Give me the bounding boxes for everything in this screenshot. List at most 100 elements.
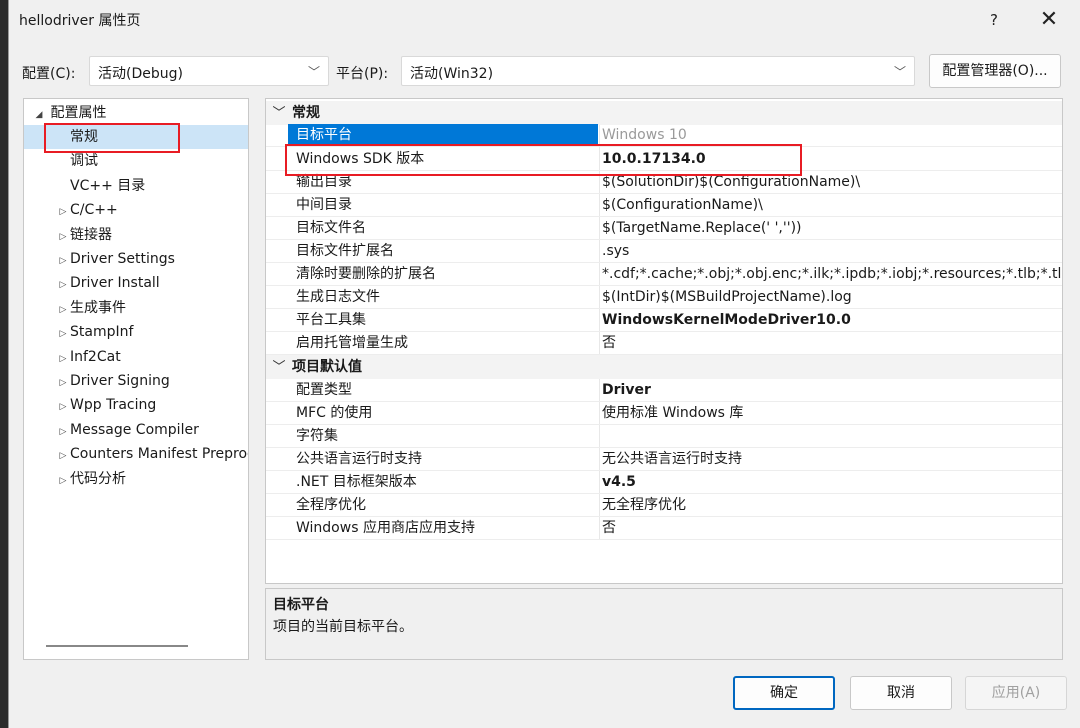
tree-root[interactable]: ◢ 配置属性	[24, 101, 248, 125]
cancel-button[interactable]: 取消	[850, 676, 952, 710]
close-button[interactable]: ✕	[1029, 6, 1069, 34]
expand-triangle-icon[interactable]: ▷	[56, 298, 70, 322]
chevron-down-icon: ﹀	[893, 65, 906, 79]
property-value[interactable]: .sys	[602, 240, 1062, 262]
property-value[interactable]: 否	[602, 332, 1062, 354]
tree-item[interactable]: VC++ 目录	[24, 174, 248, 198]
property-name: 目标文件扩展名	[296, 242, 394, 259]
property-value[interactable]: v4.5	[602, 471, 1062, 493]
property-value[interactable]: Driver	[602, 379, 1062, 401]
tree-item[interactable]: ▷ 生成事件	[24, 296, 248, 320]
property-row[interactable]: 目标文件扩展名 .sys	[266, 240, 1062, 263]
apply-button[interactable]: 应用(A)	[965, 676, 1067, 710]
property-value[interactable]: 10.0.17134.0	[602, 148, 1062, 170]
tree-item[interactable]: ▷ Driver Settings	[24, 247, 248, 271]
expand-triangle-icon[interactable]: ▷	[56, 200, 70, 224]
tree-item[interactable]: ▷ Wpp Tracing	[24, 393, 248, 417]
property-value[interactable]: $(ConfigurationName)\	[602, 194, 1062, 216]
property-value[interactable]: *.cdf;*.cache;*.obj;*.obj.enc;*.ilk;*.ip…	[602, 263, 1062, 285]
property-name: Windows 应用商店应用支持	[296, 520, 475, 537]
property-value[interactable]	[602, 425, 1062, 447]
tree-item[interactable]: ▷ Driver Install	[24, 271, 248, 295]
property-name: Windows SDK 版本	[296, 150, 425, 167]
chevron-down-icon[interactable]: ﹀	[266, 102, 292, 126]
property-row[interactable]: 目标文件名 $(TargetName.Replace(' ',''))	[266, 217, 1062, 240]
tree-item[interactable]: ▷ C/C++	[24, 198, 248, 222]
property-name: 平台工具集	[296, 312, 366, 329]
expand-triangle-icon[interactable]: ▷	[56, 273, 70, 297]
tree-item[interactable]: ▷ 代码分析	[24, 467, 248, 491]
horizontal-scrollbar[interactable]	[46, 645, 188, 647]
property-row[interactable]: Windows 应用商店应用支持 否	[266, 517, 1062, 541]
property-row[interactable]: 启用托管增量生成 否	[266, 332, 1062, 356]
property-name: 全程序优化	[296, 497, 366, 514]
tree-item[interactable]: ▷ StampInf	[24, 320, 248, 344]
property-row[interactable]: 配置类型 Driver	[266, 379, 1062, 402]
property-name: 字符集	[296, 428, 338, 444]
expand-triangle-icon[interactable]: ▷	[56, 322, 70, 346]
expand-triangle-icon[interactable]: ▷	[56, 225, 70, 249]
property-value[interactable]: WindowsKernelModeDriver10.0	[602, 309, 1062, 331]
property-row[interactable]: 输出目录 $(SolutionDir)$(ConfigurationName)\	[266, 171, 1062, 194]
property-row[interactable]: 全程序优化 无全程序优化	[266, 494, 1062, 518]
ok-button[interactable]: 确定	[733, 676, 835, 710]
tree-item[interactable]: ▷ 链接器	[24, 223, 248, 247]
expand-triangle-icon[interactable]: ▷	[56, 249, 70, 273]
category-row[interactable]: ﹀ 常规	[266, 101, 1062, 125]
property-value[interactable]: $(SolutionDir)$(ConfigurationName)\	[602, 171, 1062, 193]
property-value[interactable]: 无公共语言运行时支持	[602, 448, 1062, 470]
tree-item[interactable]: 调试	[24, 149, 248, 173]
tree-item-label: Message Compiler	[70, 421, 199, 438]
tree-item-label: Driver Settings	[70, 251, 175, 267]
tree-item[interactable]: 常规	[24, 125, 248, 149]
category-row[interactable]: ﹀ 项目默认值	[266, 355, 1062, 380]
collapse-triangle-icon[interactable]: ◢	[32, 103, 46, 127]
property-row[interactable]: 清除时要删除的扩展名 *.cdf;*.cache;*.obj;*.obj.enc;…	[266, 263, 1062, 286]
property-name: 输出目录	[296, 173, 352, 190]
expand-triangle-icon[interactable]: ▷	[56, 347, 70, 371]
tree-item[interactable]: ▷Counters Manifest Preprocessor	[24, 442, 248, 466]
tree-item-label: Inf2Cat	[70, 348, 121, 365]
property-value[interactable]: $(TargetName.Replace(' ',''))	[602, 217, 1062, 239]
property-row[interactable]: MFC 的使用 使用标准 Windows 库	[266, 402, 1062, 425]
help-button[interactable]: ?	[979, 6, 1009, 34]
property-grid[interactable]: ﹀ 常规 目标平台 Windows 10 Windows SDK 版本 10.0.1713…	[265, 98, 1063, 584]
property-row[interactable]: 字符集	[266, 425, 1062, 448]
platform-select[interactable]: 活动(Win32) ﹀	[401, 56, 915, 86]
property-name: 生成日志文件	[296, 289, 380, 306]
tree-item-label: 代码分析	[70, 470, 126, 487]
expand-triangle-icon[interactable]: ▷	[56, 469, 70, 493]
expand-triangle-icon[interactable]: ▷	[56, 371, 70, 395]
platform-label: 平台(P):	[336, 66, 389, 82]
expand-triangle-icon[interactable]: ▷	[56, 420, 70, 444]
property-value[interactable]: 无全程序优化	[602, 494, 1062, 516]
config-tree[interactable]: ◢ 配置属性 常规 调试 VC++ 目录 ▷ C/C++ ▷ 链接器 ▷ Driver Sett…	[23, 98, 249, 660]
chevron-down-icon[interactable]: ﹀	[266, 356, 292, 380]
property-value[interactable]: Windows 10	[602, 124, 1062, 146]
platform-select-value: 活动(Win32)	[410, 66, 494, 82]
expand-triangle-icon[interactable]: ▷	[56, 444, 70, 468]
tree-item[interactable]: ▷ Inf2Cat	[24, 345, 248, 369]
property-row[interactable]: 平台工具集 WindowsKernelModeDriver10.0	[266, 309, 1062, 333]
property-value[interactable]: 使用标准 Windows 库	[602, 402, 1062, 424]
tree-item-label: Driver Install	[70, 275, 160, 292]
expand-triangle-icon[interactable]: ▷	[56, 395, 70, 419]
property-row[interactable]: 公共语言运行时支持 无公共语言运行时支持	[266, 448, 1062, 472]
property-row[interactable]: 目标平台 Windows 10	[266, 124, 1062, 148]
tree-item[interactable]: ▷ Driver Signing	[24, 369, 248, 393]
tree-item-label: VC++ 目录	[70, 177, 146, 194]
property-row[interactable]: 中间目录 $(ConfigurationName)\	[266, 194, 1062, 217]
property-name: 目标平台	[288, 124, 598, 147]
tree-item[interactable]: ▷ Message Compiler	[24, 418, 248, 442]
category-label: 常规	[292, 105, 320, 121]
config-select[interactable]: 活动(Debug) ﹀	[89, 56, 329, 86]
config-select-value: 活动(Debug)	[98, 66, 183, 82]
config-label: 配置(C):	[22, 66, 76, 82]
property-value[interactable]: 否	[602, 517, 1062, 539]
tree-item-label: 生成事件	[70, 299, 126, 316]
property-value[interactable]: $(IntDir)$(MSBuildProjectName).log	[602, 286, 1062, 308]
property-row[interactable]: 生成日志文件 $(IntDir)$(MSBuildProjectName).log	[266, 286, 1062, 310]
property-row[interactable]: .NET 目标框架版本 v4.5	[266, 471, 1062, 495]
property-row[interactable]: Windows SDK 版本 10.0.17134.0	[266, 148, 1062, 171]
config-manager-button[interactable]: 配置管理器(O)...	[929, 54, 1061, 88]
